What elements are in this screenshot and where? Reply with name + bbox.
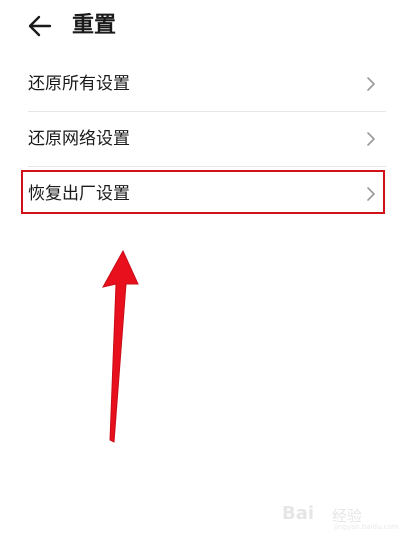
back-button[interactable] [24, 10, 56, 42]
settings-item-reset-network[interactable]: 还原网络设置 [28, 112, 386, 167]
watermark-brand: Bai [282, 503, 315, 524]
top-bar: 重置 [0, 0, 400, 56]
settings-item-factory-reset[interactable]: 恢复出厂设置 [28, 167, 386, 221]
arrow-left-icon [28, 15, 52, 37]
settings-list: 还原所有设置 还原网络设置 恢复出厂设置 [28, 57, 386, 221]
watermark-brand-suffix: 经验 [332, 507, 363, 525]
chevron-right-icon [366, 131, 376, 147]
watermark: Bai 经验 jingyan.baidu.com [282, 503, 399, 531]
settings-item-label: 还原所有设置 [28, 74, 130, 94]
watermark-url: jingyan.baidu.com [334, 523, 399, 531]
chevron-right-icon [366, 186, 376, 202]
settings-item-label: 恢复出厂设置 [28, 184, 130, 204]
page-title: 重置 [72, 13, 117, 38]
settings-item-label: 还原网络设置 [28, 129, 130, 149]
settings-item-reset-all[interactable]: 还原所有设置 [28, 57, 386, 112]
chevron-right-icon [366, 76, 376, 92]
